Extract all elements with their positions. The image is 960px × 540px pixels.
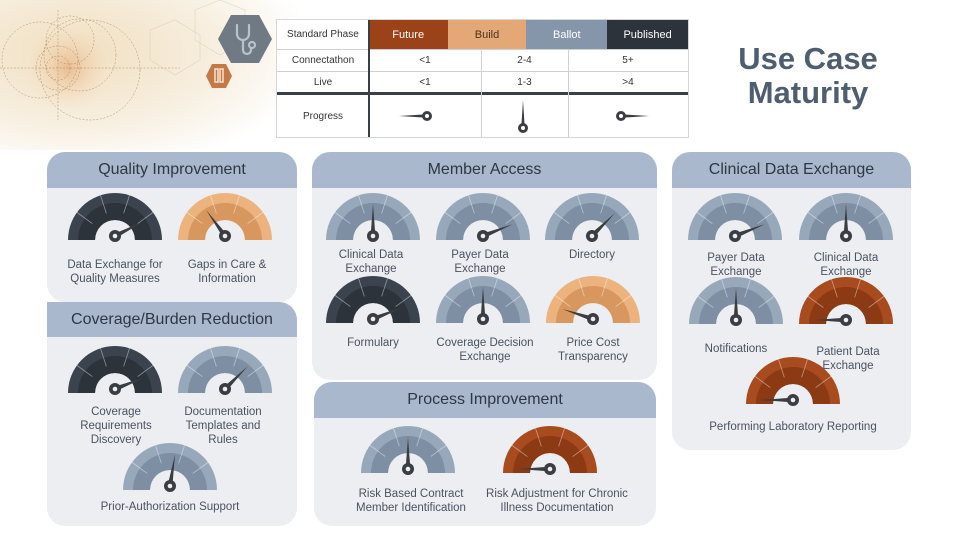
stethoscope-icon: [218, 15, 272, 63]
maturity-gauge: [436, 276, 530, 325]
gauge-label: Prior-Authorization Support: [100, 501, 240, 513]
gauge-hub-center: [370, 233, 376, 239]
maturity-gauge: [68, 193, 162, 242]
maturity-gauge: [799, 277, 893, 326]
gauge-hub-center: [590, 316, 596, 322]
gauge-hub-center: [843, 317, 849, 323]
gauge-label: Risk Adjustment for Chronic Illness Docu…: [486, 488, 628, 514]
gauge-hub-center: [480, 316, 486, 322]
needle-right-icon: [616, 111, 649, 121]
maturity-gauge: [326, 193, 420, 242]
panel-title: Coverage/Burden Reduction: [47, 302, 297, 337]
legend-header-label: Standard Phase: [287, 29, 359, 40]
gauge-hub-center: [843, 233, 849, 239]
maturity-gauge: [436, 193, 530, 242]
legend-value: >4: [622, 76, 634, 88]
maturity-gauge: [326, 276, 420, 325]
gauge-hub-center: [405, 466, 411, 472]
gauge-hub-center: [589, 233, 595, 239]
maturity-gauge: [178, 346, 272, 395]
gauge-hub-center: [222, 233, 228, 239]
maturity-gauge: [546, 276, 640, 325]
phase-ballot: Ballot: [526, 20, 608, 49]
phase-legend-table: Standard Phase Future Build Ballot Publi…: [276, 19, 689, 138]
legend-value: 5+: [622, 55, 634, 66]
legend-value: 1-3: [517, 76, 532, 88]
gauge-hub-center: [790, 397, 796, 403]
gauge-label: Performing Laboratory Reporting: [709, 421, 877, 433]
legend-value: <1: [419, 76, 431, 88]
gauge-hub-center: [222, 386, 228, 392]
phase-published: Published: [607, 20, 688, 49]
gauge-hub-center: [370, 316, 376, 322]
needle-left-icon: [399, 111, 432, 121]
gauge-hub-center: [112, 233, 118, 239]
panel-title: Clinical Data Exchange: [672, 152, 911, 188]
page-title: Use Case Maturity: [738, 41, 878, 110]
phase-build: Build: [447, 20, 527, 49]
lab-tube-icon: [206, 64, 232, 88]
maturity-gauge: [799, 193, 893, 242]
legend-row-label: Connectathon: [291, 55, 355, 66]
gauge-hub-center: [732, 233, 738, 239]
gauge-label: Clinical Data Exchange: [813, 252, 879, 278]
panel-title: Process Improvement: [314, 382, 656, 418]
maturity-gauge: [503, 426, 597, 475]
legend-row-label: Live: [313, 76, 333, 88]
phase-future: Future: [368, 20, 448, 49]
legend-value: 2-4: [517, 55, 532, 66]
gauge-hub-center: [733, 317, 739, 323]
gauge-label: Documentation Templates and Rules: [184, 406, 262, 446]
maturity-gauge: [123, 443, 217, 492]
maturity-gauge: [361, 426, 455, 475]
gauge-hub-center: [167, 483, 173, 489]
maturity-gauge: [545, 193, 639, 242]
gauge-hub-center: [547, 466, 553, 472]
gauge-hub-center: [112, 386, 118, 392]
maturity-gauge: [689, 277, 783, 326]
maturity-gauge: [68, 346, 162, 395]
gauge-hub-center: [480, 233, 486, 239]
legend-value: <1: [419, 55, 431, 66]
panel-title: Member Access: [312, 152, 657, 188]
maturity-gauge: [746, 357, 840, 406]
needle-up-icon: [518, 100, 528, 133]
legend-progress-label: Progress: [302, 111, 343, 122]
maturity-gauge: [688, 193, 782, 242]
panel-title: Quality Improvement: [47, 152, 297, 188]
maturity-gauge: [178, 193, 272, 242]
